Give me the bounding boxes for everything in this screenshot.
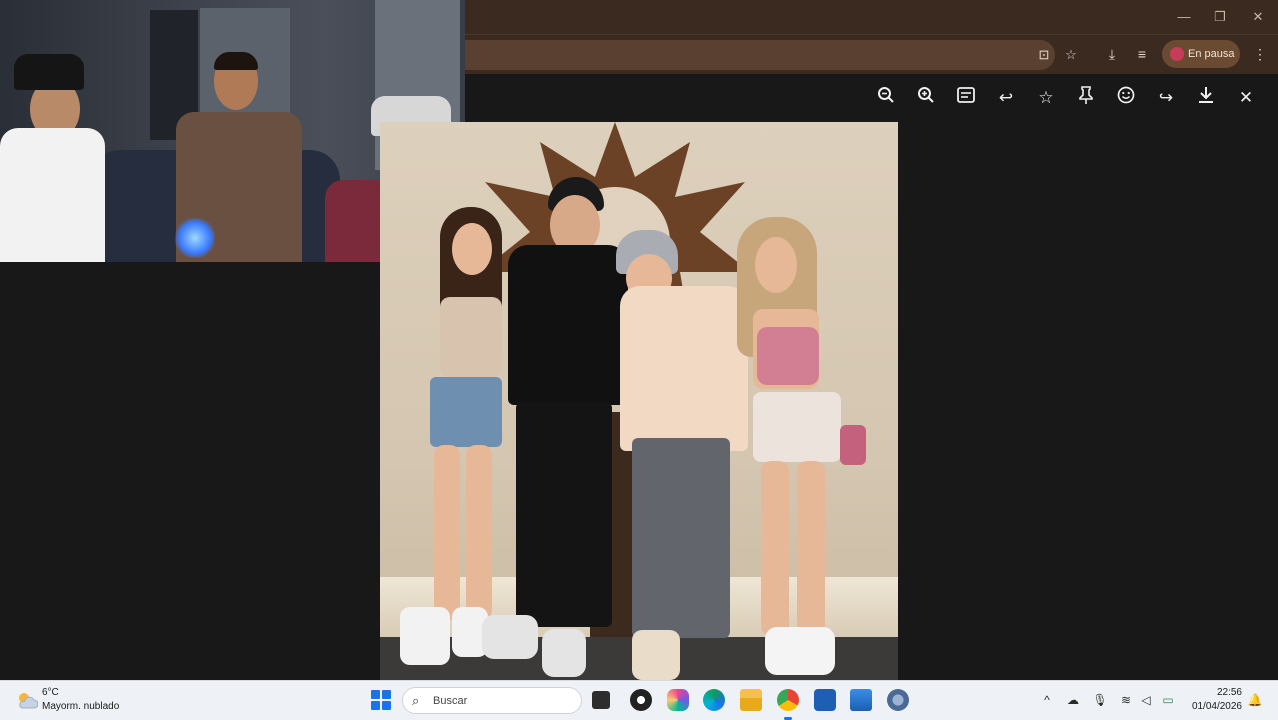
- photos-app-icon[interactable]: [814, 689, 836, 711]
- minimize-button[interactable]: —: [1173, 6, 1195, 28]
- browser-title-bar: — ❐ ✕: [465, 0, 1278, 34]
- media-app-icon[interactable]: [630, 689, 652, 711]
- weather-temperature[interactable]: 6°C: [42, 687, 59, 698]
- photo-person: [735, 217, 885, 680]
- weather-description[interactable]: Mayorm. nublado: [42, 701, 119, 712]
- forward-icon[interactable]: ↪: [1154, 86, 1178, 110]
- settings-gear-icon[interactable]: [887, 689, 909, 711]
- close-icon[interactable]: ✕: [1234, 86, 1258, 110]
- pin-icon[interactable]: [1074, 86, 1098, 110]
- bookmark-star-icon[interactable]: ☆: [1063, 47, 1079, 63]
- clock-date[interactable]: 01/04/2026: [1186, 701, 1242, 712]
- browser-toolbar: ⊡ ☆ ⤓ ≡ En pausa ⋮: [465, 34, 1278, 74]
- address-bar[interactable]: ⊡ ☆: [465, 40, 1077, 70]
- avatar: [1170, 47, 1184, 61]
- photo-person: [602, 230, 752, 680]
- install-app-icon[interactable]: ⊡: [1036, 47, 1052, 63]
- microphone-icon[interactable]: 🎙: [1092, 692, 1108, 708]
- cloud-sun-icon[interactable]: [16, 690, 39, 710]
- close-window-button[interactable]: ✕: [1247, 6, 1269, 28]
- photo: [380, 122, 898, 680]
- downloads-icon[interactable]: ⤓: [1103, 45, 1121, 63]
- store-icon[interactable]: [850, 689, 872, 711]
- volume-icon[interactable]: ◁: [1138, 692, 1154, 708]
- file-explorer-icon[interactable]: [740, 689, 762, 711]
- task-view-icon[interactable]: [592, 691, 610, 709]
- zoom-out-icon[interactable]: [874, 86, 898, 110]
- edge-icon[interactable]: [703, 689, 725, 711]
- battery-icon[interactable]: ▭: [1160, 692, 1176, 708]
- webcam-person: [0, 50, 110, 262]
- restore-button[interactable]: ❐: [1209, 6, 1231, 28]
- emoji-icon[interactable]: [1114, 86, 1138, 110]
- reading-list-icon[interactable]: ≡: [1133, 45, 1151, 63]
- zoom-in-icon[interactable]: [914, 86, 938, 110]
- start-button[interactable]: [371, 690, 391, 710]
- reply-icon[interactable]: ↩: [994, 86, 1018, 110]
- profile-status-label: En pausa: [1188, 48, 1235, 60]
- chevron-up-icon[interactable]: ^: [1039, 692, 1055, 708]
- copilot-icon[interactable]: [667, 689, 689, 711]
- star-icon[interactable]: ☆: [1034, 86, 1058, 110]
- wifi-icon[interactable]: ≋: [1118, 692, 1134, 708]
- search-placeholder: Buscar: [433, 695, 468, 707]
- taskbar-search[interactable]: ⌕ Buscar: [402, 687, 582, 714]
- menu-kebab-icon[interactable]: ⋮: [1251, 45, 1269, 63]
- download-icon[interactable]: [1194, 86, 1218, 110]
- notification-bell-icon[interactable]: 🔔: [1247, 692, 1263, 708]
- image-viewer-toolbar: ↩ ☆ ↪ ✕: [870, 84, 1270, 114]
- cloud-off-icon[interactable]: ☁: [1065, 692, 1081, 708]
- clock-time[interactable]: 22:56: [1196, 687, 1242, 698]
- taskbar: 6°C Mayorm. nublado ⌕ Buscar ^ ☁ 🎙 ≋ ◁ ▭…: [0, 680, 1278, 720]
- search-icon: ⌕: [412, 693, 420, 708]
- caption-icon[interactable]: [954, 86, 978, 110]
- chrome-icon[interactable]: [777, 689, 799, 711]
- profile-paused-chip[interactable]: En pausa: [1162, 40, 1240, 68]
- controller-light: [175, 218, 215, 258]
- screen: — ❐ ✕ ⊡ ☆ ⤓ ≡ En pausa ⋮ ↩ ☆ ↪ ✕ 6°C May…: [0, 0, 1278, 720]
